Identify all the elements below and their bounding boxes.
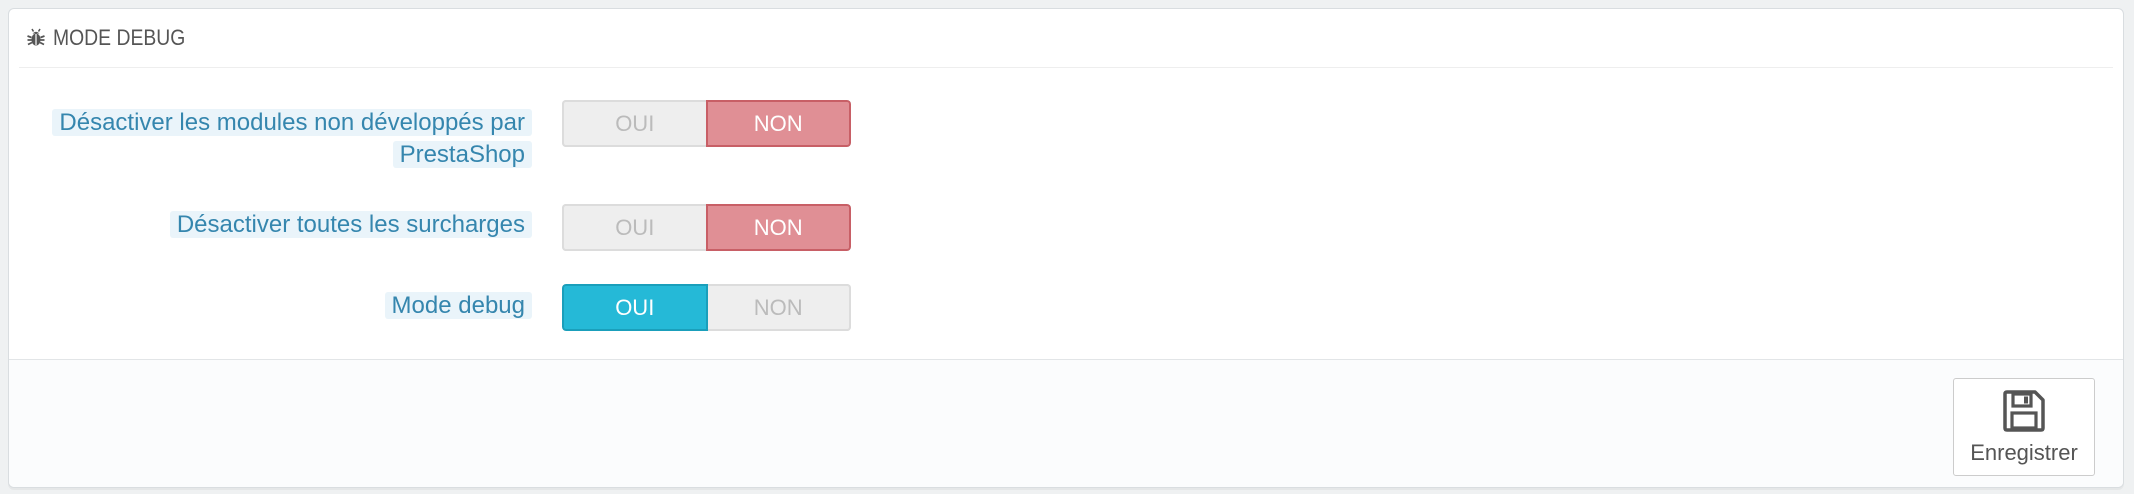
toggle-oui-option[interactable]: OUI [562,284,708,331]
debug-mode-panel: MODE DEBUG Désactiver les modules non dé… [8,8,2124,488]
panel-heading: MODE DEBUG [19,9,2113,68]
toggle-disable-overrides[interactable]: OUI NON [562,204,851,251]
toggle-debug-mode[interactable]: OUI NON [562,284,851,331]
toggle-disable-non-native-modules[interactable]: OUI NON [562,100,851,147]
panel-footer: Enregistrer [9,359,2123,487]
save-button[interactable]: Enregistrer [1953,378,2095,476]
save-icon [2003,390,2045,432]
bug-icon [25,27,47,49]
option-label: Mode debug [384,292,532,319]
option-label-wrap: Désactiver les modules non développés pa… [52,107,532,171]
toggle-non-option[interactable]: NON [705,204,851,251]
toggle-non-option[interactable]: NON [705,100,851,147]
toggle-oui-option[interactable]: OUI [562,100,706,147]
option-label: Désactiver toutes les surcharges [169,211,532,238]
toggle-non-option[interactable]: NON [707,284,851,331]
panel-title: MODE DEBUG [53,25,186,50]
toggle-oui-option[interactable]: OUI [562,204,706,251]
option-label-wrap: Désactiver toutes les surcharges [52,209,532,241]
save-button-label: Enregistrer [1970,440,2078,465]
option-label: Désactiver les modules non développés pa… [52,109,532,168]
option-label-wrap: Mode debug [52,290,532,322]
